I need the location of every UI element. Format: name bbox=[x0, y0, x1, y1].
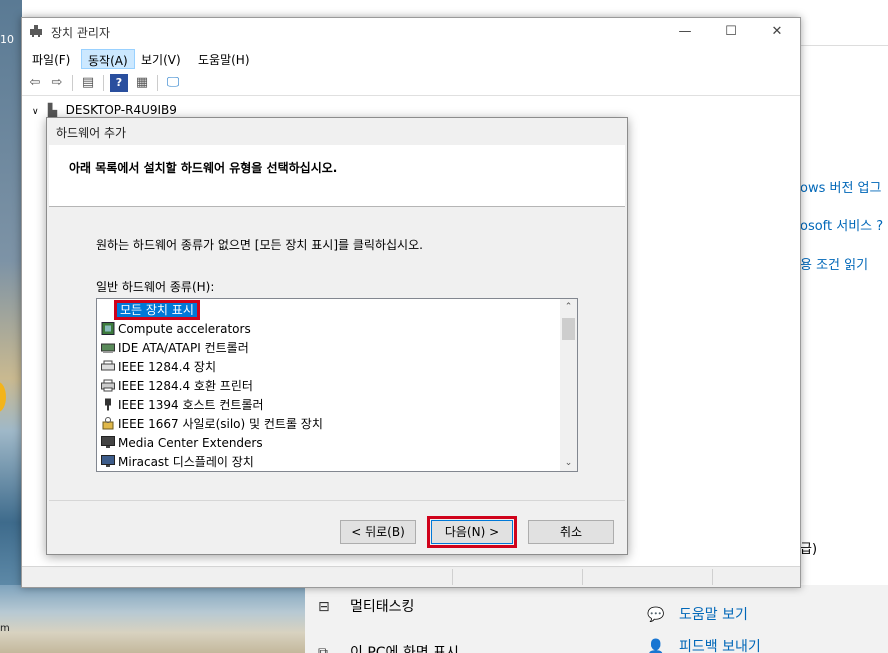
dialog-title: 하드웨어 추가 bbox=[56, 126, 127, 140]
list-item-label: IEEE 1284.4 장치 bbox=[118, 360, 216, 374]
settings-item-multitasking[interactable]: ⊟ 멀티태스킹 bbox=[318, 596, 414, 616]
settings-titlebar bbox=[800, 0, 888, 46]
status-cell bbox=[712, 569, 800, 585]
list-item-label: Media Center Extenders bbox=[118, 436, 263, 450]
menu-view[interactable]: 보기(V) bbox=[135, 49, 187, 69]
scan-hardware-icon[interactable]: 🖵 bbox=[164, 74, 182, 92]
console-icon[interactable]: ▦ bbox=[133, 74, 151, 92]
settings-item-project[interactable]: ⧉ 이 PC에 화면 표시 bbox=[318, 642, 459, 653]
status-cell bbox=[452, 569, 582, 585]
help-link[interactable]: 💬 도움말 보기 bbox=[647, 604, 748, 624]
desktop-letter: m bbox=[0, 623, 10, 634]
help-icon: 💬 bbox=[647, 607, 665, 623]
toolbar: ⇦ ⇨ ▤ ? ▦ 🖵 bbox=[22, 70, 800, 96]
add-hardware-dialog: 하드웨어 추가 아래 목록에서 설치할 하드웨어 유형을 선택하십시오. 원하는… bbox=[46, 117, 628, 555]
firewire-icon bbox=[105, 398, 111, 411]
maximize-button[interactable]: ☐ bbox=[708, 18, 754, 46]
list-item[interactable]: Miracast 디스플레이 장치 bbox=[101, 453, 254, 471]
list-item-label: 모든 장치 표시 bbox=[114, 300, 200, 320]
desktop-background-bottom bbox=[0, 585, 305, 653]
desktop-number: 10 bbox=[0, 33, 14, 46]
list-item-label: IEEE 1667 사일로(silo) 및 컨트롤 장치 bbox=[118, 417, 323, 431]
status-cell bbox=[582, 569, 712, 585]
ide-controller-icon bbox=[101, 343, 115, 353]
hardware-type-list[interactable]: 모든 장치 표시 Compute accelerators IDE ATA/AT… bbox=[96, 298, 578, 472]
settings-link-services[interactable]: osoft 서비스 ? bbox=[800, 215, 883, 234]
back-arrow-icon[interactable]: ⇦ bbox=[26, 74, 44, 92]
menu-action[interactable]: 동작(A) bbox=[81, 49, 135, 69]
chevron-down-icon[interactable]: ∨ bbox=[32, 107, 44, 117]
printer-port-icon bbox=[101, 360, 115, 371]
list-scrollbar[interactable]: ⌃ ⌄ bbox=[560, 299, 577, 471]
list-item[interactable]: IEEE 1667 사일로(silo) 및 컨트롤 장치 bbox=[101, 415, 323, 434]
close-button[interactable]: ✕ bbox=[754, 18, 800, 46]
scroll-down-icon[interactable]: ⌄ bbox=[560, 455, 577, 471]
multitasking-icon: ⊟ bbox=[318, 599, 330, 615]
device-manager-icon bbox=[30, 25, 42, 37]
computer-name: DESKTOP-R4U9IB9 bbox=[65, 103, 177, 117]
list-item-label: IEEE 1394 호스트 컨트롤러 bbox=[118, 398, 264, 412]
computer-icon: ▙ bbox=[47, 103, 58, 117]
list-item-show-all[interactable]: 모든 장치 표시 bbox=[114, 300, 200, 320]
scroll-up-icon[interactable]: ⌃ bbox=[560, 299, 577, 315]
hardware-type-label: 일반 하드웨어 종류(H): bbox=[96, 280, 215, 294]
dialog-header: 아래 목록에서 설치할 하드웨어 유형을 선택하십시오. bbox=[49, 145, 625, 207]
desktop-background bbox=[0, 0, 22, 653]
status-bar bbox=[22, 566, 800, 587]
menu-help[interactable]: 도움말(H) bbox=[192, 49, 256, 69]
toolbar-separator bbox=[103, 75, 104, 91]
monitor-icon bbox=[101, 436, 115, 448]
project-icon: ⧉ bbox=[318, 645, 328, 653]
list-item-label: IEEE 1284.4 호환 프린터 bbox=[118, 379, 253, 393]
settings-link-upgrade[interactable]: ows 버전 업그 bbox=[800, 177, 881, 196]
printer-icon bbox=[101, 379, 115, 392]
window-title: 장치 관리자 bbox=[51, 26, 111, 40]
toolbar-separator bbox=[72, 75, 73, 91]
menu-bar: 파일(F) 동작(A) 보기(V) 도움말(H) bbox=[22, 46, 800, 70]
feedback-link[interactable]: 👤 피드백 보내기 bbox=[647, 636, 761, 653]
list-item[interactable]: IEEE 1394 호스트 컨트롤러 bbox=[101, 396, 264, 415]
list-item-label: IDE ATA/ATAPI 컨트롤러 bbox=[118, 341, 249, 355]
chip-icon bbox=[101, 322, 115, 335]
minimize-button[interactable]: — bbox=[662, 18, 708, 46]
properties-icon[interactable]: ▤ bbox=[79, 74, 97, 92]
list-item[interactable]: IEEE 1284.4 장치 bbox=[101, 358, 216, 377]
list-item[interactable]: Media Center Extenders bbox=[101, 434, 263, 453]
settings-partial-text: 급) bbox=[800, 542, 818, 557]
settings-item-label: 멀티태스킹 bbox=[350, 599, 415, 615]
list-item[interactable]: IEEE 1284.4 호환 프린터 bbox=[101, 377, 253, 396]
feedback-icon: 👤 bbox=[647, 639, 665, 653]
display-icon bbox=[101, 455, 115, 467]
list-item[interactable]: Compute accelerators bbox=[101, 320, 251, 339]
menu-file[interactable]: 파일(F) bbox=[26, 49, 76, 69]
dialog-instruction: 원하는 하드웨어 종류가 없으면 [모든 장치 표시]를 클릭하십시오. bbox=[96, 238, 423, 252]
help-label: 도움말 보기 bbox=[679, 607, 748, 623]
cancel-button[interactable]: 취소 bbox=[528, 520, 614, 544]
list-item[interactable]: IDE ATA/ATAPI 컨트롤러 bbox=[101, 339, 249, 358]
dialog-heading: 아래 목록에서 설치할 하드웨어 유형을 선택하십시오. bbox=[69, 161, 338, 175]
settings-link-terms[interactable]: 용 조건 읽기 bbox=[800, 254, 868, 273]
list-item-label: Miracast 디스플레이 장치 bbox=[118, 455, 254, 469]
title-bar: 장치 관리자 — ☐ ✕ bbox=[22, 18, 800, 46]
usb-key-icon bbox=[102, 417, 114, 430]
settings-item-label: 이 PC에 화면 표시 bbox=[350, 645, 459, 653]
tree-root[interactable]: ∨ ▙ DESKTOP-R4U9IB9 bbox=[32, 103, 177, 117]
scroll-thumb[interactable] bbox=[562, 318, 575, 340]
next-button[interactable]: 다음(N) > bbox=[427, 516, 517, 548]
feedback-label: 피드백 보내기 bbox=[679, 639, 761, 653]
list-item-label: Compute accelerators bbox=[118, 322, 251, 336]
help-question-icon[interactable]: ? bbox=[110, 74, 128, 92]
toolbar-separator bbox=[157, 75, 158, 91]
forward-arrow-icon[interactable]: ⇨ bbox=[48, 74, 66, 92]
dialog-divider bbox=[49, 500, 625, 501]
back-button[interactable]: < 뒤로(B) bbox=[340, 520, 416, 544]
